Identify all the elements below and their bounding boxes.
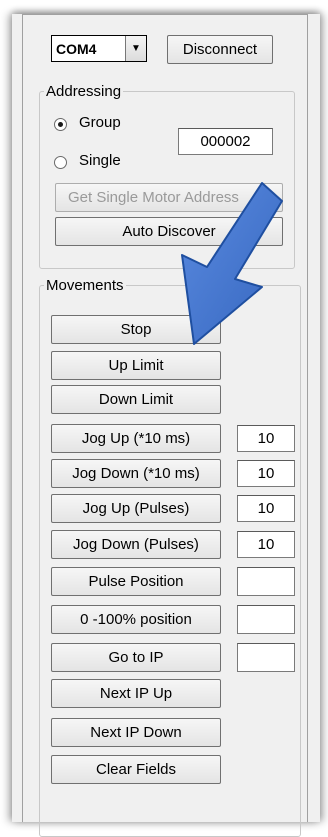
chevron-down-icon[interactable]: ▼	[125, 36, 146, 61]
group-radio-label[interactable]: Group	[79, 114, 121, 131]
jog-up-pulses-button[interactable]: Jog Up (Pulses)	[51, 494, 221, 523]
get-single-motor-address-button[interactable]: Get Single Motor Address	[55, 183, 283, 212]
go-to-ip-button[interactable]: Go to IP	[51, 643, 221, 672]
single-radio[interactable]	[54, 156, 67, 169]
up-limit-button[interactable]: Up Limit	[51, 351, 221, 380]
auto-discover-button[interactable]: Auto Discover	[55, 217, 283, 246]
group-address-field[interactable]: 000002	[178, 128, 273, 155]
com-port-value: COM4	[56, 40, 97, 57]
single-radio-label[interactable]: Single	[79, 152, 121, 169]
go-to-ip-field[interactable]	[237, 643, 295, 672]
jog-up-ms-button[interactable]: Jog Up (*10 ms)	[51, 424, 221, 453]
jog-down-ms-field[interactable]: 10	[237, 460, 295, 487]
control-panel: COM4 ▼ Disconnect Addressing Group 00000…	[22, 14, 308, 837]
percent-position-field[interactable]	[237, 605, 295, 634]
jog-down-ms-button[interactable]: Jog Down (*10 ms)	[51, 459, 221, 488]
addressing-legend: Addressing	[46, 83, 122, 100]
down-limit-button[interactable]: Down Limit	[51, 385, 221, 414]
jog-down-pulses-field[interactable]: 10	[237, 531, 295, 558]
jog-up-pulses-field[interactable]: 10	[237, 495, 295, 522]
jog-down-pulses-button[interactable]: Jog Down (Pulses)	[51, 530, 221, 559]
next-ip-up-button[interactable]: Next IP Up	[51, 679, 221, 708]
pulse-position-button[interactable]: Pulse Position	[51, 567, 221, 596]
stop-button[interactable]: Stop	[51, 315, 221, 344]
pulse-position-field[interactable]	[237, 567, 295, 596]
clear-fields-button[interactable]: Clear Fields	[51, 755, 221, 784]
app-window: COM4 ▼ Disconnect Addressing Group 00000…	[12, 14, 320, 837]
disconnect-button[interactable]: Disconnect	[167, 35, 273, 64]
percent-position-button[interactable]: 0 -100% position	[51, 605, 221, 634]
movements-legend: Movements	[46, 277, 124, 294]
jog-up-ms-field[interactable]: 10	[237, 425, 295, 452]
next-ip-down-button[interactable]: Next IP Down	[51, 718, 221, 747]
group-radio[interactable]	[54, 118, 67, 131]
com-port-select[interactable]: COM4 ▼	[51, 35, 147, 62]
